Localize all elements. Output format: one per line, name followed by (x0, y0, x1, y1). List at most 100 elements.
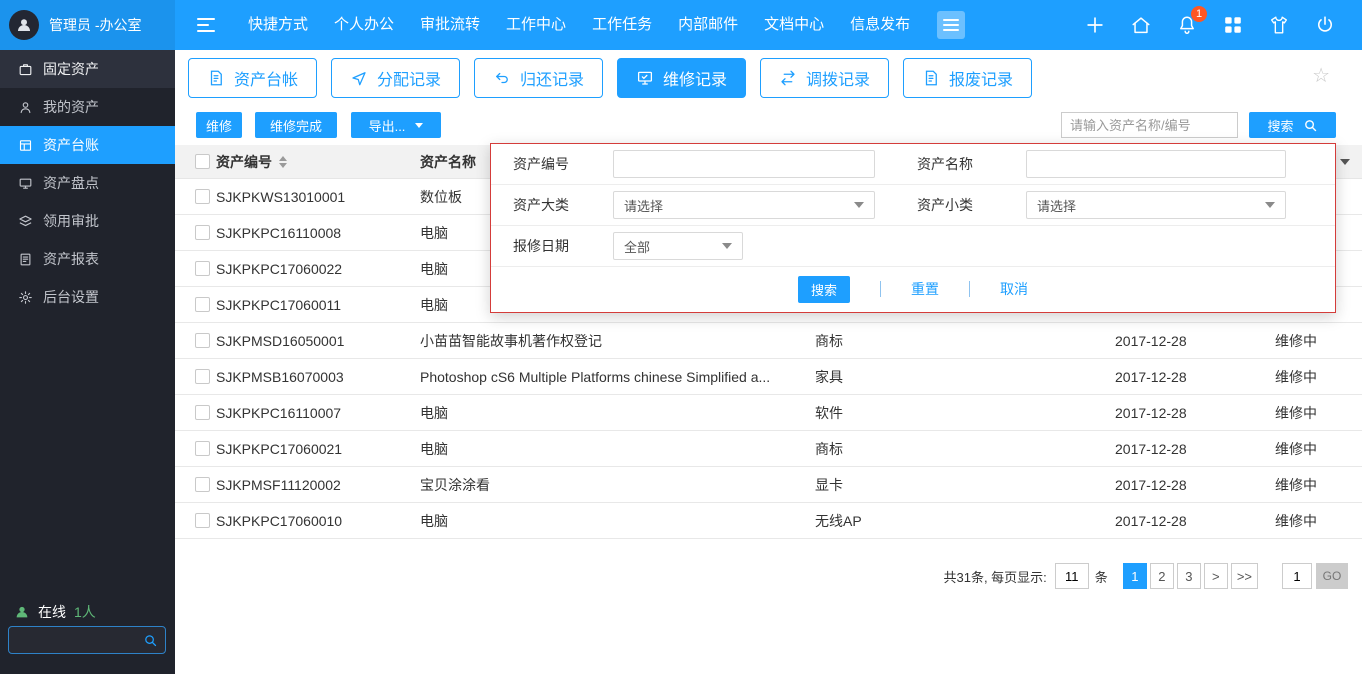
repair-date-value: 全部 (624, 239, 651, 255)
row-checkbox[interactable] (195, 405, 210, 420)
chevron-down-icon (1265, 202, 1275, 208)
user-area[interactable]: 管理员 -办公室 (0, 0, 175, 50)
page-jump-input[interactable] (1282, 563, 1312, 589)
add-icon[interactable] (1084, 14, 1106, 36)
cell-category: 显卡 (815, 476, 843, 493)
table-row[interactable]: SJKPMSD16050001 小苗苗智能故事机著作权登记 商标 2017-12… (175, 323, 1362, 359)
nav-item-shortcuts[interactable]: 快捷方式 (235, 0, 321, 50)
sidebar-item-asset-inventory[interactable]: 资产盘点 (0, 164, 175, 202)
row-checkbox[interactable] (195, 261, 210, 276)
home-icon[interactable] (1130, 14, 1152, 36)
repair-done-button[interactable]: 维修完成 (255, 112, 337, 138)
nav-item-work-tasks[interactable]: 工作任务 (579, 0, 665, 50)
power-icon[interactable] (1314, 14, 1336, 36)
asset-search-input[interactable] (1061, 112, 1238, 138)
cell-date: 2017-12-28 (1115, 404, 1187, 421)
cell-date: 2017-12-28 (1115, 332, 1187, 349)
page-button-1[interactable]: 1 (1122, 563, 1147, 589)
panel-asset-name-input[interactable] (1026, 150, 1286, 178)
sidebar-item-label: 后台设置 (43, 289, 99, 305)
panel-asset-code-input[interactable] (613, 150, 875, 178)
cell-status: 维修中 (1275, 512, 1317, 529)
table-row[interactable]: SJKPMSB16070003 Photoshop cS6 Multiple P… (175, 359, 1362, 395)
row-checkbox[interactable] (195, 189, 210, 204)
notifications-bell-icon[interactable]: 1 (1176, 6, 1207, 36)
table-row[interactable]: SJKPKPC16110007 电脑 软件 2017-12-28 维修中 (175, 395, 1362, 431)
row-checkbox[interactable] (195, 477, 210, 492)
divider (969, 281, 970, 297)
cell-status: 维修中 (1275, 332, 1317, 349)
sidebar-item-backend-settings[interactable]: 后台设置 (0, 278, 175, 316)
sidebar-item-label: 资产盘点 (43, 175, 99, 191)
minor-category-select[interactable]: 请选择 (1026, 191, 1286, 219)
last-page-button[interactable]: >> (1230, 563, 1258, 589)
panel-date-label: 报修日期 (513, 238, 569, 254)
row-checkbox[interactable] (195, 513, 210, 528)
row-checkbox[interactable] (195, 333, 210, 348)
menu-toggle-icon[interactable] (937, 11, 966, 39)
panel-reset-button[interactable]: 重置 (911, 279, 939, 299)
briefcase-icon (19, 63, 32, 75)
cell-asset-code: SJKPKPC17060010 (216, 512, 343, 529)
tab-transfer-records[interactable]: 调拨记录 (760, 58, 889, 98)
select-all-checkbox[interactable] (195, 154, 210, 169)
search-button[interactable]: 搜索 (1249, 112, 1336, 138)
panel-search-button[interactable]: 搜索 (798, 275, 850, 303)
apps-grid-icon[interactable] (1222, 14, 1244, 36)
row-checkbox[interactable] (195, 297, 210, 312)
record-tabs: 资产台帐 分配记录 归还记录 维修记录 调拨记录 报废记录 (188, 58, 1032, 98)
cell-asset-code: SJKPKWS13010001 (216, 188, 346, 205)
favorite-star-icon[interactable]: ☆ (1312, 66, 1330, 86)
sidebar-search-input[interactable] (9, 632, 143, 648)
nav-item-document-center[interactable]: 文档中心 (751, 0, 837, 50)
page-size-input[interactable] (1054, 563, 1089, 589)
tab-allocation-records[interactable]: 分配记录 (331, 58, 460, 98)
sidebar-collapse-icon[interactable] (197, 18, 219, 32)
sidebar-item-my-assets[interactable]: 我的资产 (0, 88, 175, 126)
cell-status: 维修中 (1275, 440, 1317, 457)
tab-asset-ledger[interactable]: 资产台帐 (188, 58, 317, 98)
export-button[interactable]: 导出... (351, 112, 441, 138)
cell-date: 2017-12-28 (1115, 476, 1187, 493)
sidebar-item-requisition-approval[interactable]: 领用审批 (0, 202, 175, 240)
cell-status: 维修中 (1275, 404, 1317, 421)
row-checkbox[interactable] (195, 369, 210, 384)
tab-scrap-records[interactable]: 报废记录 (903, 58, 1032, 98)
return-arrow-icon (496, 72, 508, 84)
cell-status: 维修中 (1275, 368, 1317, 385)
tab-repair-records[interactable]: 维修记录 (617, 58, 746, 98)
row-checkbox[interactable] (195, 441, 210, 456)
row-checkbox[interactable] (195, 225, 210, 240)
search-icon (145, 634, 157, 646)
tab-label: 归还记录 (519, 72, 584, 89)
panel-cancel-button[interactable]: 取消 (1000, 279, 1028, 299)
table-row[interactable]: SJKPKPC17060021 电脑 商标 2017-12-28 维修中 (175, 431, 1362, 467)
sidebar-item-fixed-assets[interactable]: 固定资产 (0, 50, 175, 88)
nav-item-work-center[interactable]: 工作中心 (493, 0, 579, 50)
page-go-button[interactable]: GO (1316, 563, 1348, 589)
page-button-3[interactable]: 3 (1176, 563, 1201, 589)
table-row[interactable]: SJKPMSF11120002 宝贝涂涂看 显卡 2017-12-28 维修中 (175, 467, 1362, 503)
sidebar-item-asset-reports[interactable]: 资产报表 (0, 240, 175, 278)
repair-date-select[interactable]: 全部 (613, 232, 743, 260)
tab-return-records[interactable]: 归还记录 (474, 58, 603, 98)
major-category-select[interactable]: 请选择 (613, 191, 875, 219)
nav-item-approval-flow[interactable]: 审批流转 (407, 0, 493, 50)
repair-button[interactable]: 维修 (196, 112, 242, 138)
nav-item-info-publish[interactable]: 信息发布 (837, 0, 923, 50)
nav-item-internal-mail[interactable]: 内部邮件 (665, 0, 751, 50)
column-settings-caret-icon[interactable] (1340, 159, 1350, 165)
page-button-2[interactable]: 2 (1149, 563, 1174, 589)
minor-category-value: 请选择 (1037, 198, 1077, 214)
nav-item-personal-office[interactable]: 个人办公 (321, 0, 407, 50)
chevron-down-icon (722, 243, 732, 249)
next-page-button[interactable]: > (1203, 563, 1228, 589)
theme-shirt-icon[interactable] (1268, 14, 1290, 36)
table-row[interactable]: SJKPKPC17060010 电脑 无线AP 2017-12-28 维修中 (175, 503, 1362, 539)
sort-icon[interactable] (279, 155, 287, 168)
tab-label: 调拨记录 (805, 72, 870, 89)
online-status: 在线 1人 (14, 602, 96, 622)
cell-asset-code: SJKPMSD16050001 (216, 332, 345, 349)
sidebar-item-asset-ledger[interactable]: 资产台账 (0, 126, 175, 164)
search-button-label: 搜索 (1267, 118, 1294, 134)
